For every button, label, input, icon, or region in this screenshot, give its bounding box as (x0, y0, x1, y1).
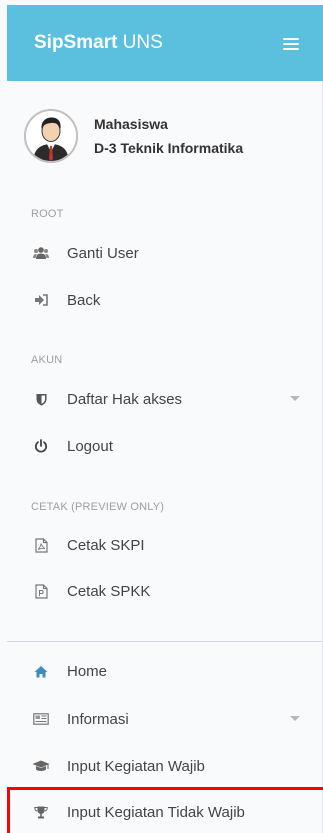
power-icon (32, 437, 50, 455)
menu-daftar-hak-akses[interactable]: Daftar Hak akses (7, 379, 322, 419)
menu-logout[interactable]: Logout (7, 426, 322, 466)
menu-label: Logout (67, 437, 113, 455)
chevron-down-icon (290, 396, 300, 401)
section-cetak: CETAK (PREVIEW ONLY) (31, 501, 165, 513)
sidebar: Mahasiswa D-3 Teknik Informatika ROOT Ga… (7, 81, 323, 833)
document-icon (32, 582, 50, 600)
app-header: SipSmart UNS (7, 5, 323, 81)
menu-cetak-skpi[interactable]: Cetak SKPI (7, 525, 322, 565)
hamburger-icon[interactable] (283, 37, 299, 50)
user-panel: Mahasiswa D-3 Teknik Informatika (24, 109, 243, 163)
users-icon (32, 244, 50, 262)
pdf-icon (32, 536, 50, 554)
brand-logo[interactable]: SipSmart UNS (34, 32, 163, 54)
sign-in-icon (32, 291, 50, 309)
graduation-cap-icon (32, 757, 50, 775)
menu-cetak-spkk[interactable]: Cetak SPKK (7, 571, 322, 611)
menu-label: Home (67, 662, 108, 680)
chevron-down-icon (290, 716, 300, 721)
avatar (24, 109, 78, 163)
section-akun: AKUN (31, 354, 63, 366)
menu-label: Back (67, 291, 101, 309)
menu-label: Cetak SKPI (67, 536, 145, 554)
shield-icon (32, 390, 50, 408)
home-icon (32, 662, 50, 680)
menu-label: Ganti User (67, 244, 139, 262)
divider (7, 641, 322, 642)
menu-back[interactable]: Back (7, 280, 322, 320)
brand-name-bold: SipSmart (34, 32, 118, 53)
menu-label: Cetak SPKK (67, 582, 151, 600)
menu-highlight-box (7, 787, 323, 833)
menu-ganti-user[interactable]: Ganti User (7, 233, 322, 273)
user-program: D-3 Teknik Informatika (94, 139, 244, 156)
newspaper-icon (32, 710, 50, 728)
menu-informasi[interactable]: Informasi (7, 699, 322, 739)
brand-name-rest: UNS (117, 32, 163, 53)
section-root: ROOT (31, 208, 64, 220)
menu-label: Informasi (67, 710, 129, 728)
menu-input-kegiatan-wajib[interactable]: Input Kegiatan Wajib (7, 746, 322, 786)
menu-label: Input Kegiatan Wajib (67, 757, 205, 775)
user-name: Mahasiswa (94, 115, 168, 132)
menu-label: Daftar Hak akses (67, 390, 183, 408)
menu-home[interactable]: Home (7, 651, 322, 691)
